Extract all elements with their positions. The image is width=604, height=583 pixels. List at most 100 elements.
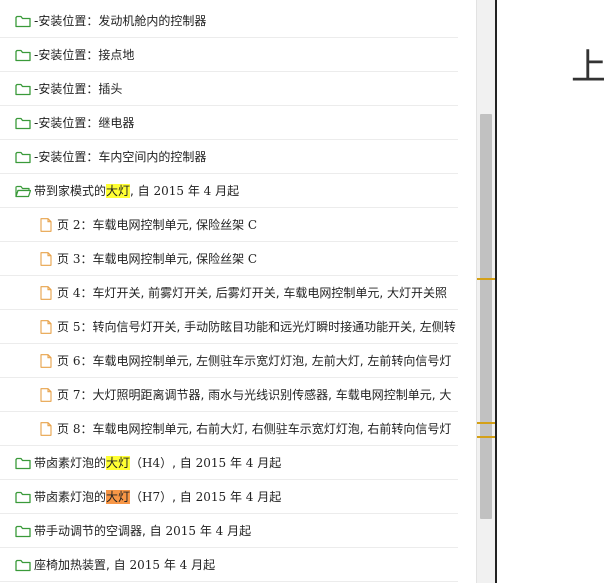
label-text: 页 [57, 354, 73, 368]
label-text: （ [130, 456, 143, 470]
label-text: -安装位置：继电器 [34, 116, 135, 130]
page-icon [38, 421, 54, 436]
label-text: ）, 自 [160, 490, 196, 504]
label-text: 年 [184, 184, 204, 198]
label-text: 座椅加热装置, 自 [34, 558, 130, 572]
label-text: C [247, 218, 258, 232]
label-text: H7 [142, 490, 161, 504]
label-text: 页 [57, 218, 73, 232]
folder-closed-icon [15, 558, 31, 572]
document-pane: 上 [497, 0, 604, 583]
page-icon [38, 217, 54, 232]
folder-closed-icon [15, 150, 31, 164]
vertical-scrollbar[interactable] [476, 0, 496, 583]
search-highlight: 大灯 [106, 456, 131, 470]
folder-closed-icon [15, 14, 31, 28]
tree-item-label: -安装位置：接点地 [34, 46, 134, 63]
tree-item-label: 带卤素灯泡的大灯（H4）, 自 2015 年 4 月起 [34, 454, 281, 471]
tree-item-label: -安装位置：继电器 [34, 114, 134, 131]
tree-item-label: 带卤素灯泡的大灯（H7）, 自 2015 年 4 月起 [34, 488, 281, 505]
label-text: 2015 [165, 524, 196, 538]
label-text: 2015 [195, 456, 227, 470]
label-text: 页 [57, 252, 73, 266]
label-text: 年 [226, 456, 246, 470]
label-text: 2015 [195, 490, 227, 504]
tree-page-item[interactable]: 页 5：转向信号灯开关, 手动防眩目功能和远光灯瞬时接通功能开关, 左侧转 [0, 310, 458, 344]
label-text: 带卤素灯泡的 [34, 490, 107, 504]
page-icon [38, 353, 54, 368]
label-text: 年 [226, 490, 246, 504]
tree-folder-item[interactable]: -安装位置：发动机舱内的控制器 [0, 4, 458, 38]
page-icon [38, 285, 54, 300]
label-text: 月起 [253, 490, 282, 504]
label-text: 年 [160, 558, 180, 572]
tree-item-label: 带到家模式的大灯, 自 2015 年 4 月起 [34, 182, 239, 199]
folder-closed-icon [15, 48, 31, 62]
label-text: 月起 [211, 184, 240, 198]
tree-folder-item[interactable]: 带手动调节的空调器, 自 2015 年 4 月起 [0, 514, 458, 548]
label-text: 2015 [153, 184, 185, 198]
label-text: -安装位置：插头 [34, 82, 123, 96]
label-text: ：车灯开关, 前雾灯开关, 后雾灯开关, 车载电网控制单元, 大灯开关照 [80, 286, 447, 300]
tree-folder-item[interactable]: 带卤素灯泡的大灯（H7）, 自 2015 年 4 月起 [0, 480, 458, 514]
label-text: 月起 [253, 456, 282, 470]
tree-page-item[interactable]: 页 2：车载电网控制单元, 保险丝架 C [0, 208, 458, 242]
tree-item-label: 页 6：车载电网控制单元, 左侧驻车示宽灯灯泡, 左前大灯, 左前转向信号灯 [57, 352, 451, 369]
label-text: ：转向信号灯开关, 手动防眩目功能和远光灯瞬时接通功能开关, 左侧转 [80, 320, 456, 334]
tree-folder-item[interactable]: -安装位置：继电器 [0, 106, 458, 140]
tree-folder-item[interactable]: 座椅加热装置, 自 2015 年 4 月起 [0, 548, 458, 582]
tree-item-label: 页 7：大灯照明距离调节器, 雨水与光线识别传感器, 车载电网控制单元, 大 [57, 386, 451, 403]
tree-item-label: 页 3：车载电网控制单元, 保险丝架 C [57, 250, 257, 267]
search-hit-marker [477, 422, 496, 424]
label-text: ：车载电网控制单元, 左侧驻车示宽灯灯泡, 左前大灯, 左前转向信号灯 [80, 354, 452, 368]
tree-item-label: -安装位置：插头 [34, 80, 122, 97]
tree-panel: -安装位置：发动机舱内的控制器 -安装位置：接点地 -安装位置：插头 -安装位置：继电… [0, 0, 476, 583]
document-text: 上 [571, 47, 604, 88]
tree-folder-item[interactable]: -安装位置：插头 [0, 72, 458, 106]
label-text: ：大灯照明距离调节器, 雨水与光线识别传感器, 车载电网控制单元, 大 [80, 388, 452, 402]
search-hit-marker [477, 436, 496, 438]
tree-page-item[interactable]: 页 4：车灯开关, 前雾灯开关, 后雾灯开关, 车载电网控制单元, 大灯开关照 [0, 276, 458, 310]
label-text: -安装位置：接点地 [34, 48, 135, 62]
folder-closed-icon [15, 456, 31, 470]
tree-page-item[interactable]: 页 7：大灯照明距离调节器, 雨水与光线识别传感器, 车载电网控制单元, 大 [0, 378, 458, 412]
label-text: 页 [57, 388, 73, 402]
label-text: ：车载电网控制单元, 保险丝架 [80, 252, 248, 266]
tree-item-label: 页 4：车灯开关, 前雾灯开关, 后雾灯开关, 车载电网控制单元, 大灯开关照 [57, 284, 447, 301]
tree-folder-item[interactable]: -安装位置：接点地 [0, 38, 458, 72]
label-text: H4 [142, 456, 161, 470]
label-text: 页 [57, 422, 73, 436]
search-highlight: 大灯 [106, 184, 131, 198]
label-text: 2015 [129, 558, 160, 572]
label-text: ：车载电网控制单元, 保险丝架 [80, 218, 248, 232]
label-text: 年 [196, 524, 216, 538]
label-text: 页 [57, 286, 73, 300]
label-text: 带到家模式的 [34, 184, 107, 198]
label-text: 月起 [187, 558, 216, 572]
label-text: （ [130, 490, 143, 504]
folder-closed-icon [15, 82, 31, 96]
folder-open-icon [15, 184, 31, 198]
search-hit-marker [477, 278, 496, 280]
tree-folder-item[interactable]: -安装位置：车内空间内的控制器 [0, 140, 458, 174]
scrollbar-thumb[interactable] [480, 114, 492, 519]
label-text: -安装位置：发动机舱内的控制器 [34, 14, 207, 28]
folder-closed-icon [15, 524, 31, 538]
tree-folder-item[interactable]: 带卤素灯泡的大灯（H4）, 自 2015 年 4 月起 [0, 446, 458, 480]
tree-page-item[interactable]: 页 8：车载电网控制单元, 右前大灯, 右侧驻车示宽灯灯泡, 右前转向信号灯 [0, 412, 458, 446]
tree-item-label: -安装位置：车内空间内的控制器 [34, 148, 206, 165]
tree-item-label: 页 5：转向信号灯开关, 手动防眩目功能和远光灯瞬时接通功能开关, 左侧转 [57, 318, 456, 335]
label-text: ）, 自 [160, 456, 196, 470]
tree-folder-item[interactable]: 带到家模式的大灯, 自 2015 年 4 月起 [0, 174, 458, 208]
label-text: 带卤素灯泡的 [34, 456, 107, 470]
tree-page-item[interactable]: 页 3：车载电网控制单元, 保险丝架 C [0, 242, 458, 276]
label-text: , 自 [130, 184, 154, 198]
page-icon [38, 387, 54, 402]
label-text: 月起 [223, 524, 252, 538]
label-text: -安装位置：车内空间内的控制器 [34, 150, 207, 164]
folder-closed-icon [15, 116, 31, 130]
tree-item-label: -安装位置：发动机舱内的控制器 [34, 12, 206, 29]
tree-item-label: 带手动调节的空调器, 自 2015 年 4 月起 [34, 522, 251, 539]
tree-item-label: 页 2：车载电网控制单元, 保险丝架 C [57, 216, 257, 233]
tree-page-item[interactable]: 页 6：车载电网控制单元, 左侧驻车示宽灯灯泡, 左前大灯, 左前转向信号灯 [0, 344, 458, 378]
